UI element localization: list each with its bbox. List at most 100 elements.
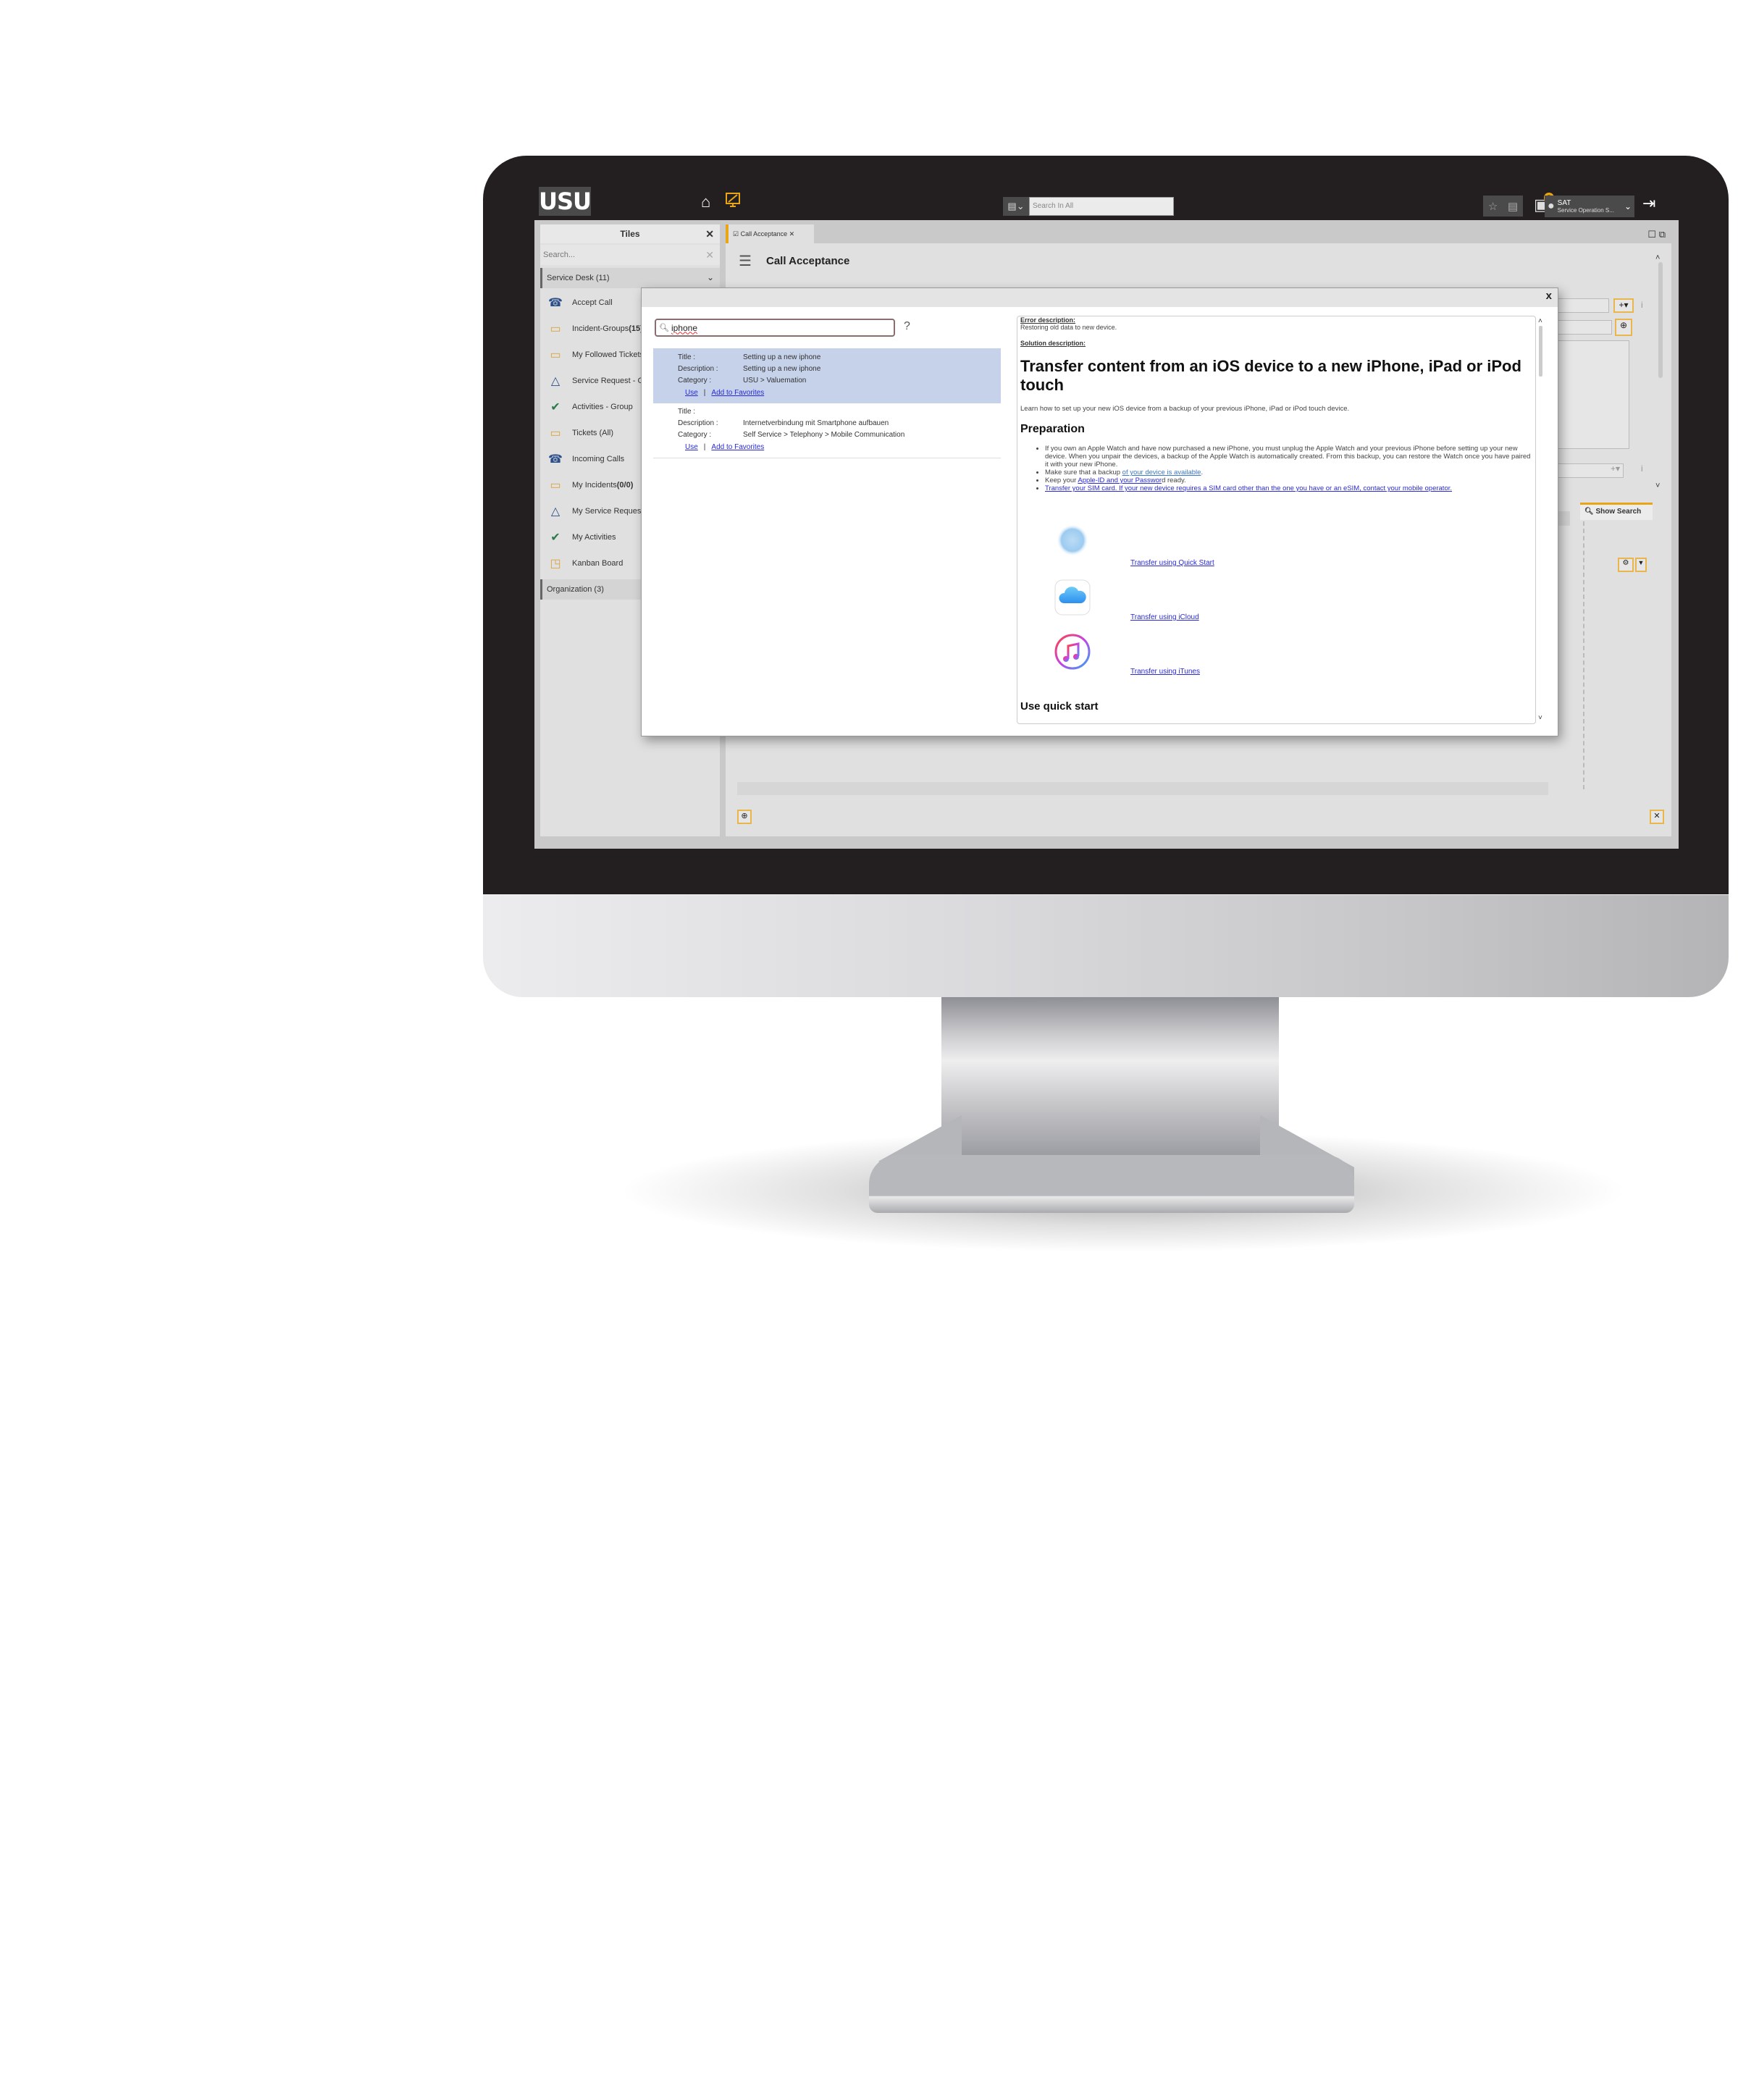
usu-logo[interactable]: USU bbox=[539, 187, 592, 216]
info-icon[interactable]: i bbox=[1641, 300, 1643, 310]
main-scrollbar[interactable] bbox=[1658, 262, 1663, 378]
tile-label: My Activities bbox=[572, 533, 616, 542]
backup-link[interactable]: of your device is available bbox=[1122, 469, 1201, 476]
preparation-item-text: Make sure that a backup bbox=[1045, 469, 1122, 476]
add-button[interactable]: +▾ bbox=[1613, 298, 1634, 313]
list-icon[interactable]: ▤ bbox=[1508, 200, 1518, 213]
global-search-input[interactable]: Search In All bbox=[1029, 197, 1174, 216]
preparation-list: If you own an Apple Watch and have now p… bbox=[1045, 445, 1532, 492]
transfer-quick-start-link[interactable]: Transfer using Quick Start bbox=[1130, 559, 1214, 567]
result-title-label: Title : bbox=[678, 407, 696, 416]
tile-group-label: Service Desk (11) bbox=[547, 274, 610, 282]
ticket-group-icon: ▭ bbox=[550, 323, 561, 335]
scroll-up-icon[interactable]: ˄ bbox=[1538, 317, 1542, 325]
scroll-down-icon[interactable]: ˅ bbox=[1655, 482, 1660, 490]
apple-id-link[interactable]: Apple-ID and your Passwor bbox=[1078, 476, 1162, 484]
tile-count: (0/0) bbox=[616, 481, 634, 490]
tab-strip: ☑ Call Acceptance ✕ ☐ ⧉ bbox=[726, 224, 1671, 243]
help-icon[interactable]: ? bbox=[904, 320, 910, 333]
solution-description-label: Solution description: bbox=[1020, 340, 1086, 347]
preparation-item-text: d ready. bbox=[1162, 476, 1186, 484]
tile-group-service-desk[interactable]: Service Desk (11) ⌄ bbox=[540, 268, 720, 288]
grid-settings-button[interactable]: ⚙ bbox=[1618, 558, 1634, 572]
sim-card-link[interactable]: Transfer your SIM card. If your new devi… bbox=[1045, 484, 1452, 492]
itunes-icon bbox=[1054, 633, 1091, 671]
quick-start-heading: Use quick start bbox=[1020, 700, 1099, 713]
logout-icon[interactable]: ⇥ bbox=[1642, 194, 1655, 213]
error-description-label: Error description: bbox=[1020, 316, 1076, 324]
use-link[interactable]: Use bbox=[685, 389, 698, 397]
activity-user-icon: ✔ bbox=[550, 532, 561, 544]
ticket-icon: ▭ bbox=[550, 427, 561, 440]
star-icon[interactable]: ☆ bbox=[1488, 200, 1498, 213]
solution-heading: Transfer content from an iOS device to a… bbox=[1020, 357, 1521, 394]
search-value: iphone bbox=[671, 322, 698, 333]
transfer-itunes-link[interactable]: Transfer using iTunes bbox=[1130, 668, 1200, 676]
tiles-search-input[interactable]: Search... bbox=[540, 245, 720, 265]
add-disabled-icon: +▾ bbox=[1611, 463, 1621, 474]
search-scope-dropdown[interactable]: ▤⌄ bbox=[1003, 197, 1029, 216]
info-icon[interactable]: i bbox=[1641, 463, 1643, 474]
maximize-icon[interactable]: ☐ bbox=[1647, 229, 1656, 240]
show-search-button[interactable]: 🔍︎ Show Search bbox=[1580, 503, 1653, 520]
search-icon: 🔍︎ bbox=[659, 324, 669, 332]
knowledge-search-dialog: x 🔍︎ iphone ? Title : Setting up a new ip… bbox=[641, 287, 1558, 736]
preparation-item-text: Keep your bbox=[1045, 476, 1078, 484]
service-request-group-icon: △ bbox=[550, 375, 561, 387]
user-role: Service Operation S... bbox=[1557, 206, 1614, 214]
solution-intro: Learn how to set up your new iOS device … bbox=[1020, 405, 1350, 413]
close-icon[interactable]: x bbox=[1546, 290, 1552, 302]
lookup-button[interactable]: ⊕ bbox=[737, 810, 752, 824]
search-result[interactable]: Title : Setting up a new iphone Descripti… bbox=[653, 348, 1001, 403]
add-to-favorites-link[interactable]: Add to Favorites bbox=[711, 443, 764, 451]
preparation-item-text: If you own an Apple Watch and have now p… bbox=[1045, 445, 1531, 469]
chevron-down-icon: ⌄ bbox=[706, 272, 714, 282]
tile-label: Activities - Group bbox=[572, 403, 633, 411]
result-category-label: Category : bbox=[678, 430, 712, 439]
clear-search-icon[interactable]: ✕ bbox=[705, 249, 714, 261]
transfer-option: Transfer using Quick Start bbox=[1020, 524, 1532, 579]
result-title: Setting up a new iphone bbox=[743, 353, 821, 361]
kanban-icon: ◳ bbox=[550, 558, 561, 570]
result-description: Internetverbindung mit Smartphone aufbau… bbox=[743, 419, 889, 427]
close-icon[interactable]: ✕ bbox=[705, 224, 714, 243]
restore-icon[interactable]: ⧉ bbox=[1659, 229, 1666, 240]
result-title-label: Title : bbox=[678, 353, 696, 361]
preparation-item: Make sure that a backup of your device i… bbox=[1045, 469, 1532, 476]
customize-screen-icon[interactable] bbox=[724, 191, 742, 213]
lookup-button[interactable]: ⊕ bbox=[1615, 319, 1632, 336]
close-tab-icon[interactable]: ✕ bbox=[789, 230, 795, 238]
show-search-label: Show Search bbox=[1595, 508, 1642, 516]
result-category: USU > Valuemation bbox=[743, 376, 807, 385]
dialog-title-bar: x bbox=[642, 288, 1558, 307]
user-name: SAT bbox=[1557, 198, 1571, 207]
user-menu[interactable]: ● SAT Service Operation S... ⌄ bbox=[1545, 196, 1634, 217]
search-result[interactable]: Title : Description : Internetverbindung … bbox=[653, 403, 1001, 458]
favorites-group: ☆ ▤ bbox=[1483, 196, 1523, 217]
transfer-icloud-link[interactable]: Transfer using iCloud bbox=[1130, 613, 1199, 621]
home-icon[interactable]: ⌂ bbox=[701, 193, 710, 211]
add-to-favorites-link[interactable]: Add to Favorites bbox=[711, 389, 764, 397]
link-separator: | bbox=[703, 388, 706, 397]
edit-icon: ☑ bbox=[733, 230, 739, 238]
detail-scrollbar[interactable] bbox=[1539, 326, 1542, 377]
tile-label: Incoming Calls bbox=[572, 455, 625, 463]
grid-settings-dropdown[interactable]: ▼ bbox=[1635, 558, 1647, 572]
knowledge-search-input[interactable]: 🔍︎ iphone bbox=[655, 319, 895, 337]
close-button[interactable]: ✕ bbox=[1650, 810, 1664, 824]
tab-call-acceptance[interactable]: ☑ Call Acceptance ✕ bbox=[726, 224, 814, 243]
tiles-title: Tiles bbox=[620, 229, 640, 239]
scroll-down-icon[interactable]: ˅ bbox=[1538, 714, 1542, 722]
person-phone-icon: ☎ bbox=[548, 453, 563, 466]
scroll-up-icon[interactable]: ˄ bbox=[1655, 253, 1660, 262]
menu-icon[interactable]: ☰ bbox=[739, 252, 752, 270]
preparation-item: If you own an Apple Watch and have now p… bbox=[1045, 445, 1532, 469]
result-description-label: Description : bbox=[678, 364, 718, 373]
grid-footer bbox=[737, 782, 1548, 795]
activity-group-icon: ✔ bbox=[550, 401, 561, 413]
use-link[interactable]: Use bbox=[685, 443, 698, 451]
window-buttons: ☐ ⧉ bbox=[1647, 229, 1666, 240]
tile-label: Accept Call bbox=[572, 298, 613, 307]
tile-group-label: Organization (3) bbox=[547, 585, 604, 594]
link-separator: | bbox=[703, 442, 706, 451]
